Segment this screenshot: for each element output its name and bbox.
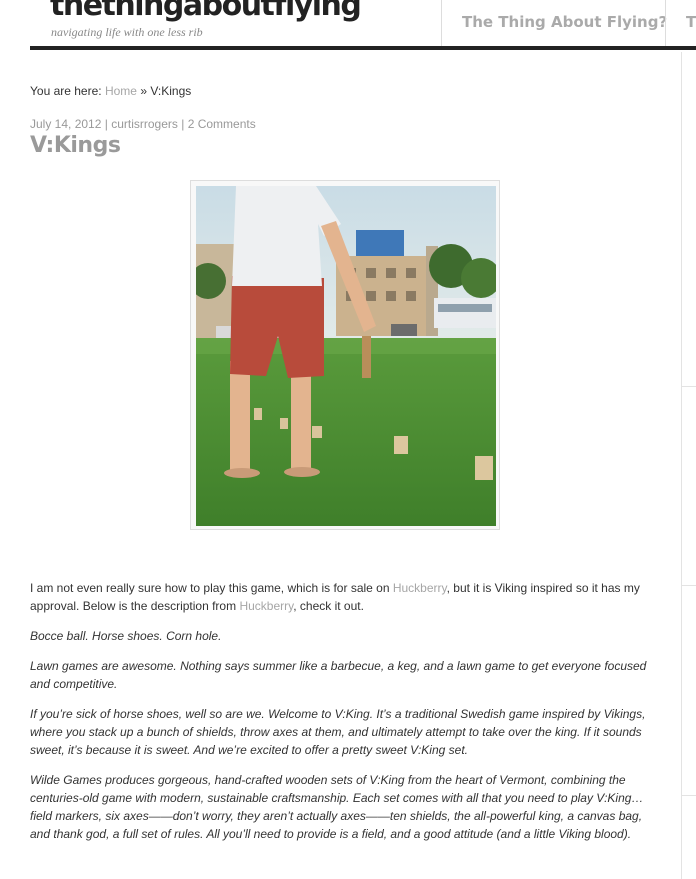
sidebar-divider xyxy=(682,795,696,796)
breadcrumb-current: V:Kings xyxy=(150,84,192,98)
site-title[interactable]: thethingaboutflying xyxy=(50,0,362,23)
huckberry-link[interactable]: Huckberry xyxy=(393,581,447,595)
quote-paragraph: If you’re sick of horse shoes, well so a… xyxy=(30,707,646,757)
nav-divider xyxy=(665,0,666,46)
huckberry-link[interactable]: Huckberry xyxy=(239,599,293,613)
post-title[interactable]: V:Kings xyxy=(30,133,121,158)
intro-paragraph: I am not even really sure how to play th… xyxy=(30,579,665,615)
post-date: July 14, 2012 xyxy=(30,117,102,131)
breadcrumb-prefix: You are here: xyxy=(30,84,102,98)
sidebar-border xyxy=(681,52,682,879)
intro-text: I am not even really sure how to play th… xyxy=(30,581,393,595)
breadcrumb-separator: » xyxy=(140,84,148,98)
breadcrumb-home-link[interactable]: Home xyxy=(105,84,137,98)
sidebar-divider xyxy=(682,386,696,387)
quote-paragraph: Lawn games are awesome. Nothing says sum… xyxy=(30,659,647,691)
post-meta: July 14, 2012 | curtisrrogers | 2 Commen… xyxy=(30,117,256,131)
post-content: I am not even really sure how to play th… xyxy=(30,579,665,855)
quote-paragraph: Bocce ball. Horse shoes. Corn hole. xyxy=(30,629,222,643)
site-tagline: navigating life with one less rib xyxy=(51,25,203,39)
nav-item-the-thing-about-flying[interactable]: The Thing About Flying? xyxy=(462,13,667,31)
header-rule xyxy=(30,46,696,50)
lawn-game-photo[interactable] xyxy=(196,186,496,526)
post-author-link[interactable]: curtisrrogers xyxy=(111,117,178,131)
site-header: thethingaboutflying navigating life with… xyxy=(0,0,696,50)
meta-separator: | xyxy=(104,117,108,131)
post-comments-link[interactable]: 2 Comments xyxy=(188,117,256,131)
intro-text: , check it out. xyxy=(293,599,364,613)
nav-item-truncated[interactable]: T xyxy=(686,13,696,31)
quote-paragraph: Wilde Games produces gorgeous, hand-craf… xyxy=(30,773,644,841)
breadcrumb: You are here: Home » V:Kings xyxy=(30,84,191,98)
nav-divider xyxy=(441,0,442,46)
post-image-frame xyxy=(190,180,500,530)
sidebar-divider xyxy=(682,585,696,586)
meta-separator: | xyxy=(181,117,185,131)
